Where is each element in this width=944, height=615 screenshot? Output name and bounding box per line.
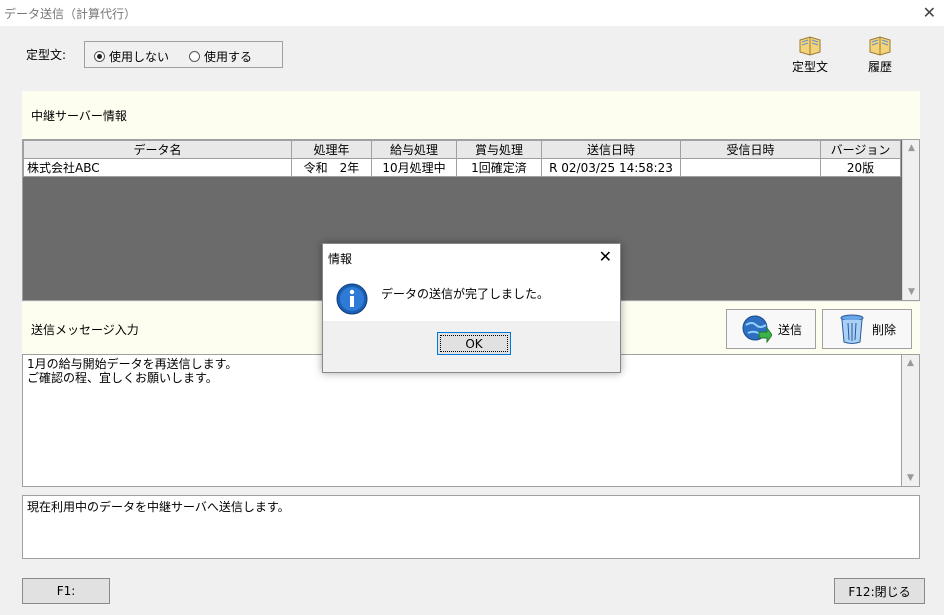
- cell-year: 令和 2年: [291, 158, 372, 177]
- radio-not-use-dot[interactable]: [94, 51, 105, 62]
- title-bar: データ送信（計算代行） ✕: [0, 0, 944, 26]
- scroll-down-icon[interactable]: ▼: [902, 473, 919, 483]
- send-button-label: 送信: [777, 322, 802, 337]
- history-button-label: 履歴: [867, 60, 892, 74]
- info-icon: [336, 283, 368, 315]
- status-textbox: 現在利用中のデータを中継サーバへ送信します。: [22, 495, 920, 559]
- dialog-title: 情報: [328, 252, 353, 266]
- globe-send-icon: [742, 315, 772, 344]
- fixed-text-radio-group: 使用しない 使用する: [84, 41, 283, 68]
- message-textarea[interactable]: 1月の給与開始データを再送信します。 ご確認の程、宜しくお願いします。: [22, 354, 902, 487]
- scroll-down-icon[interactable]: ▼: [903, 287, 920, 297]
- col-salary[interactable]: 給与処理: [371, 140, 457, 159]
- relay-server-panel: 中継サーバー情報: [22, 91, 920, 139]
- window-title: データ送信（計算代行）: [4, 7, 137, 21]
- col-sent-time[interactable]: 送信日時: [541, 140, 681, 159]
- f1-button[interactable]: F1:: [22, 578, 110, 604]
- radio-not-use-label: 使用しない: [109, 50, 170, 64]
- info-dialog: 情報 ✕ データの送信が完了しました。 OK: [322, 243, 621, 373]
- table-row[interactable]: 株式会社ABC 令和 2年 10月処理中 1回確定済 R 02/03/25 14…: [23, 158, 901, 177]
- trash-icon: [840, 314, 864, 344]
- delete-button[interactable]: 削除: [822, 309, 912, 349]
- fixed-text-label: 定型文:: [26, 48, 67, 62]
- message-scrollbar[interactable]: ▲ ▼: [902, 354, 920, 487]
- scroll-up-icon[interactable]: ▲: [902, 358, 919, 368]
- cell-data-name: 株式会社ABC: [23, 158, 292, 177]
- delete-button-label: 削除: [871, 322, 896, 337]
- dialog-footer: OK: [323, 321, 620, 372]
- col-bonus[interactable]: 賞与処理: [456, 140, 542, 159]
- scroll-up-icon[interactable]: ▲: [903, 143, 920, 153]
- fixed-text-button[interactable]: 定型文: [784, 34, 836, 80]
- cell-version: 20版: [820, 158, 901, 177]
- cell-salary: 10月処理中: [371, 158, 457, 177]
- window-close-button[interactable]: ✕: [923, 3, 936, 22]
- dialog-message: データの送信が完了しました。: [381, 287, 550, 301]
- radio-use-label: 使用する: [204, 50, 253, 64]
- grid-scrollbar[interactable]: ▲ ▼: [902, 140, 919, 300]
- table-header-row: データ名 処理年 給与処理 賞与処理 送信日時 受信日時 バージョン: [23, 140, 901, 159]
- fixed-text-button-label: 定型文: [791, 60, 828, 74]
- relay-data-table: データ名 処理年 給与処理 賞与処理 送信日時 受信日時 バージョン 株式会社A…: [23, 140, 901, 177]
- dialog-close-button[interactable]: ✕: [599, 247, 612, 266]
- cell-received-time: [680, 158, 821, 177]
- book-icon: [799, 36, 821, 56]
- f12-close-button[interactable]: F12:閉じる: [834, 578, 925, 604]
- radio-use-dot[interactable]: [189, 51, 200, 62]
- history-button[interactable]: 履歴: [854, 34, 906, 80]
- message-input-label: 送信メッセージ入力: [31, 323, 139, 337]
- radio-use[interactable]: 使用する: [189, 48, 252, 65]
- col-year[interactable]: 処理年: [291, 140, 372, 159]
- relay-server-label: 中継サーバー情報: [31, 109, 127, 123]
- radio-not-use[interactable]: 使用しない: [94, 48, 169, 65]
- book-icon: [869, 36, 891, 56]
- col-data-name[interactable]: データ名: [23, 140, 292, 159]
- send-button[interactable]: 送信: [726, 309, 816, 349]
- cell-sent-time: R 02/03/25 14:58:23: [541, 158, 681, 177]
- cell-bonus: 1回確定済: [456, 158, 542, 177]
- ok-button[interactable]: OK: [437, 332, 511, 355]
- col-version[interactable]: バージョン: [820, 140, 901, 159]
- col-received-time[interactable]: 受信日時: [680, 140, 821, 159]
